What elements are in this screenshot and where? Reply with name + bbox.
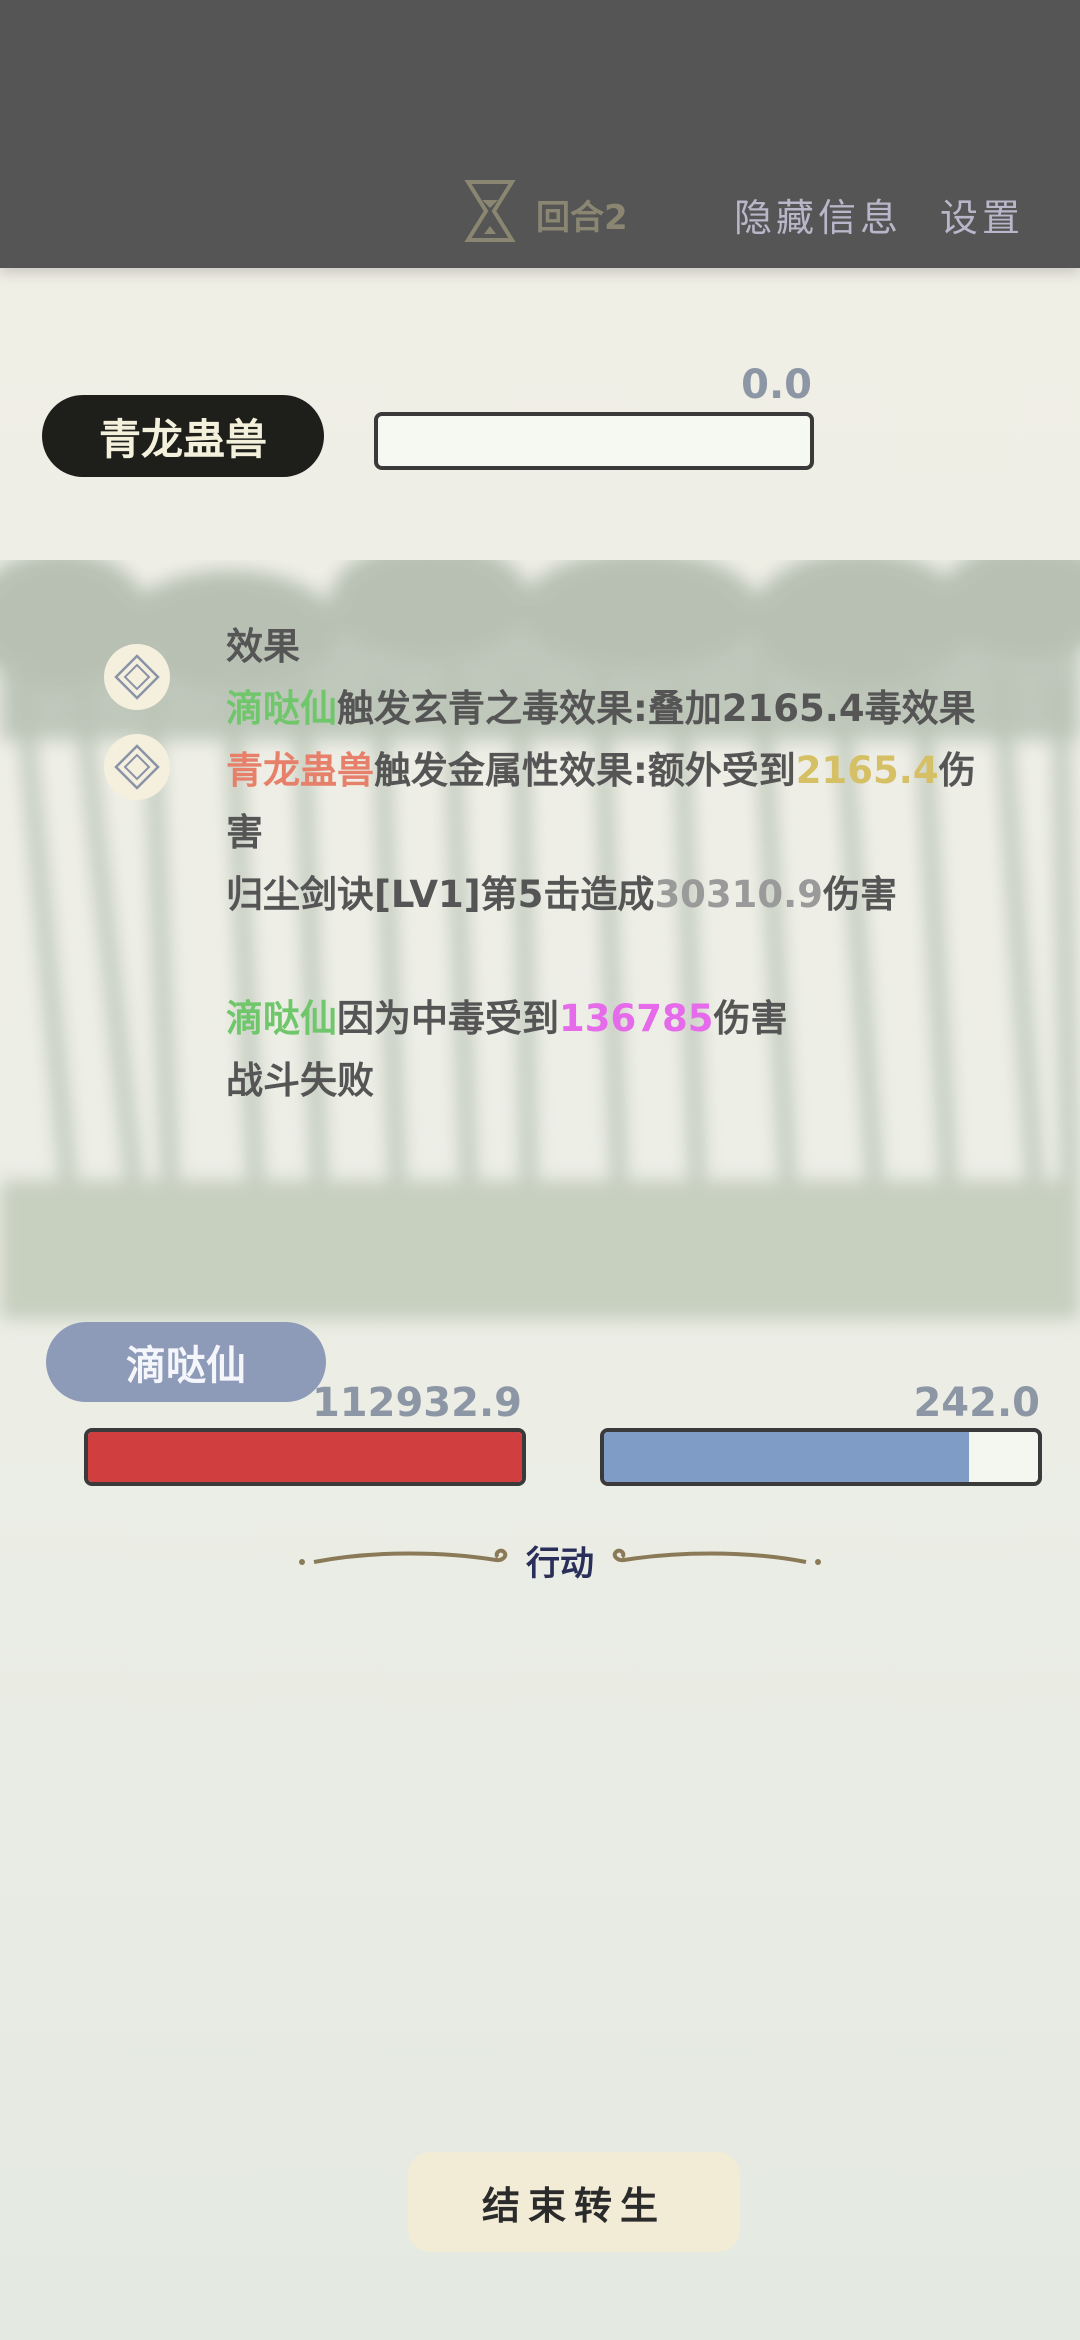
top-bar: 回合2 隐藏信息 设置 [0, 0, 1080, 268]
log-spacer [226, 926, 1006, 988]
mp-bar [600, 1428, 1042, 1486]
battle-log: 效果 滴哒仙触发玄青之毒效果:叠加2165.4毒效果 青龙蛊兽触发金属性效果:额… [226, 616, 1006, 1112]
diamond-skill-icon[interactable] [104, 734, 170, 800]
enemy-bar [374, 412, 814, 470]
hourglass-icon [464, 180, 516, 242]
mp-value: 242.0 [913, 1380, 1040, 1426]
mp-bar-fill [604, 1432, 969, 1482]
hp-value: 112932.9 [311, 1380, 522, 1426]
log-line: 归尘剑诀[LV1]第5击造成30310.9伤害 [226, 873, 897, 916]
log-line: 战斗失败 [226, 1059, 374, 1102]
action-section-label: 行动 [526, 1544, 594, 1584]
diamond-skill-icon[interactable] [104, 644, 170, 710]
round-label: 回合2 [536, 198, 628, 238]
hp-bar-fill [88, 1432, 522, 1482]
log-line: 青龙蛊兽触发金属性效果:额外受到2165.4伤害 [226, 749, 976, 854]
enemy-name-badge: 青龙蛊兽 [42, 395, 324, 477]
hide-info-button[interactable]: 隐藏信息 [734, 187, 902, 242]
log-line: 滴哒仙触发玄青之毒效果:叠加2165.4毒效果 [226, 687, 976, 730]
player-name-badge: 滴哒仙 [46, 1322, 326, 1402]
end-rebirth-button[interactable]: 结束转生 [408, 2152, 740, 2252]
log-header: 效果 [226, 625, 300, 668]
log-line: 滴哒仙因为中毒受到136785伤害 [226, 997, 788, 1040]
enemy-bar-value: 0.0 [741, 362, 812, 408]
hp-bar [84, 1428, 526, 1486]
settings-button[interactable]: 设置 [940, 187, 1024, 242]
